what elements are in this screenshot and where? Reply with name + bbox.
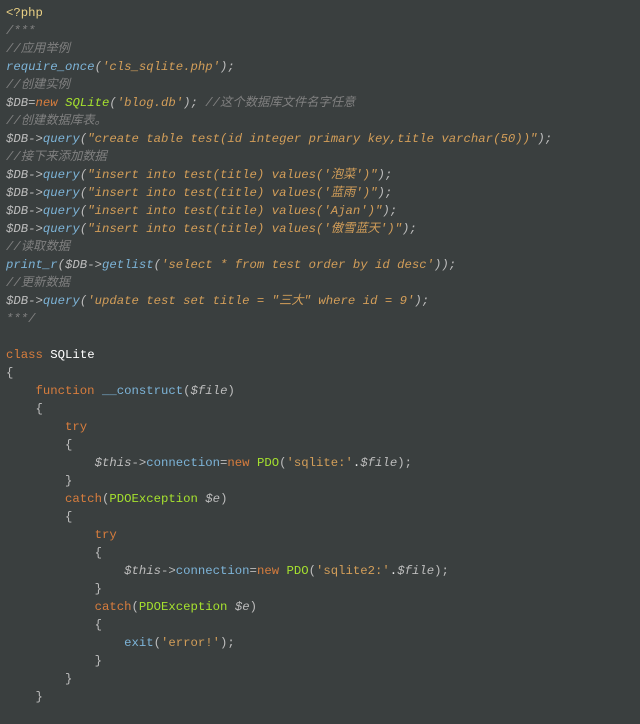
comment-code: $DB->query("insert into test(title) valu… — [6, 204, 397, 218]
comment: //接下来添加数据 — [6, 150, 107, 164]
comment-code: $DB->query("insert into test(title) valu… — [6, 168, 392, 182]
var-e: $e — [205, 492, 220, 506]
keyword-catch: catch — [95, 600, 132, 614]
var-e: $e — [235, 600, 250, 614]
php-open-tag: <?php — [6, 6, 43, 20]
comment-code: $DB->query("create table test(id integer… — [6, 132, 552, 146]
class-pdo: PDO — [286, 564, 308, 578]
var-file: $file — [360, 456, 397, 470]
brace: } — [95, 582, 102, 596]
brace: } — [65, 672, 72, 686]
brace: } — [65, 474, 72, 488]
brace: } — [36, 690, 43, 704]
comment-code: $DB->query("insert into test(title) valu… — [6, 222, 417, 236]
comment: //创建数据库表。 — [6, 114, 107, 128]
var-file: $file — [397, 564, 434, 578]
comment: /*** — [6, 24, 36, 38]
brace: { — [65, 438, 72, 452]
comment-code: $DB->query('update test set title = "三大"… — [6, 294, 429, 308]
var-this: $this — [95, 456, 132, 470]
comment-code: $DB->query("insert into test(title) valu… — [6, 186, 392, 200]
brace: { — [95, 618, 102, 632]
var-this: $this — [124, 564, 161, 578]
keyword-try: try — [65, 420, 87, 434]
function-exit: exit — [124, 636, 154, 650]
keyword-new: new — [227, 456, 249, 470]
comment: //应用举例 — [6, 42, 70, 56]
class-pdoexception: PDOException — [139, 600, 228, 614]
class-pdo: PDO — [257, 456, 279, 470]
comment-code: print_r($DB->getlist('select * from test… — [6, 258, 456, 272]
comment: ***/ — [6, 312, 36, 326]
keyword-function: function — [36, 384, 95, 398]
keyword-class: class — [6, 348, 43, 362]
comment: //创建实例 — [6, 78, 70, 92]
comment-code: $DB=new SQLite('blog.db'); //这个数据库文件名字任意 — [6, 96, 355, 110]
function-name: __construct — [102, 384, 183, 398]
class-name: SQLite — [50, 348, 94, 362]
property: connection — [176, 564, 250, 578]
keyword-try: try — [95, 528, 117, 542]
class-pdoexception: PDOException — [109, 492, 198, 506]
keyword-catch: catch — [65, 492, 102, 506]
brace: { — [95, 546, 102, 560]
brace: { — [6, 366, 13, 380]
brace: { — [36, 402, 43, 416]
brace: { — [65, 510, 72, 524]
param: $file — [191, 384, 228, 398]
property: connection — [146, 456, 220, 470]
comment-code: require_once('cls_sqlite.php'); — [6, 60, 235, 74]
string: 'sqlite2:' — [316, 564, 390, 578]
comment: //读取数据 — [6, 240, 70, 254]
comment: //更新数据 — [6, 276, 70, 290]
string: 'error!' — [161, 636, 220, 650]
string: 'sqlite:' — [286, 456, 352, 470]
keyword-new: new — [257, 564, 279, 578]
brace: } — [95, 654, 102, 668]
code-block: <?php /*** //应用举例 require_once('cls_sqli… — [0, 0, 640, 710]
